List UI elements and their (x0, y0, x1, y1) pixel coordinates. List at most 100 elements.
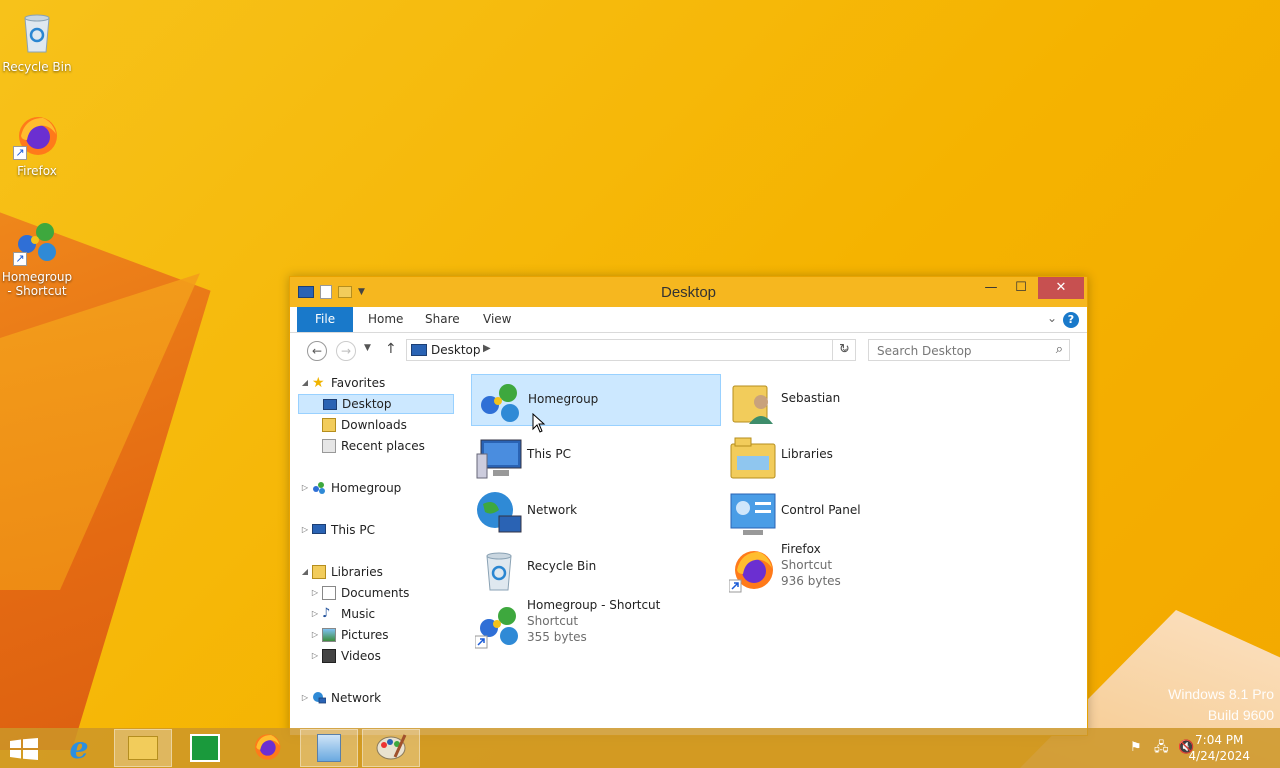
collapsed-arrow-icon[interactable]: ▷ (310, 583, 320, 603)
tree-item-recent-places[interactable]: Recent places (298, 436, 458, 456)
collapsed-arrow-icon[interactable]: ▷ (310, 604, 320, 624)
documents-icon (322, 586, 336, 600)
item-network[interactable]: Network (471, 486, 721, 538)
tree-item-downloads[interactable]: Downloads (298, 415, 458, 435)
control-panel-icon (729, 490, 777, 538)
desktop-icon-label: Recycle Bin (2, 60, 72, 74)
this-pc-icon (312, 524, 326, 534)
item-homegroup[interactable]: Homegroup (471, 374, 721, 426)
item-name: Network (527, 503, 578, 517)
tab-view[interactable]: View (469, 307, 525, 332)
item-name: Firefox (781, 542, 821, 556)
collapsed-arrow-icon[interactable]: ▷ (300, 478, 310, 498)
item-libraries[interactable]: Libraries (725, 430, 975, 482)
item-control-panel[interactable]: Control Panel (725, 486, 975, 538)
collapsed-arrow-icon[interactable]: ▷ (310, 646, 320, 666)
minimize-button[interactable]: — (975, 277, 1007, 299)
desktop-icon-firefox[interactable]: ↗ Firefox (0, 112, 74, 178)
item-homegroup-shortcut[interactable]: Homegroup - Shortcut Shortcut 355 bytes (471, 598, 721, 650)
clock-time: 7:04 PM (1195, 733, 1244, 747)
breadcrumb-chevron-icon[interactable]: ▶ (483, 343, 491, 354)
tree-item-pictures[interactable]: ▷ Pictures (298, 625, 458, 645)
search-box[interactable]: Search Desktop ⌕ (868, 339, 1070, 361)
tree-item-homegroup[interactable]: ▷ Homegroup (298, 478, 458, 498)
address-text: Desktop (431, 343, 481, 357)
tab-share[interactable]: Share (411, 307, 474, 332)
start-button[interactable] (10, 738, 38, 760)
desktop-icon-recycle-bin[interactable]: Recycle Bin (0, 8, 74, 74)
tree-item-this-pc[interactable]: ▷ This PC (298, 520, 458, 540)
tree-item-videos[interactable]: ▷ Videos (298, 646, 458, 666)
clock[interactable]: 7:04 PM 4/24/2024 (1188, 732, 1250, 764)
network-icon (475, 490, 523, 538)
tab-file[interactable]: File (297, 307, 354, 332)
taskbar-firefox[interactable] (238, 729, 296, 767)
user-folder-icon (729, 378, 777, 426)
item-name: Homegroup - Shortcut (527, 598, 661, 612)
desktop-icon (323, 399, 337, 410)
refresh-button[interactable]: ↻ (832, 339, 856, 361)
item-name: Recycle Bin (527, 559, 597, 573)
taskbar-app[interactable] (300, 729, 358, 767)
item-name: Homegroup (528, 392, 599, 406)
back-button[interactable]: ← (307, 341, 327, 361)
taskbar-file-explorer[interactable] (114, 729, 172, 767)
search-icon[interactable]: ⌕ (1056, 342, 1063, 357)
help-icon[interactable]: ? (1063, 312, 1079, 328)
title-bar[interactable]: ▼ Desktop — ☐ ✕ (290, 277, 1087, 307)
address-bar[interactable]: Desktop ▶ ⌄ (406, 339, 856, 361)
ribbon: File Home Share View ⌄ ? (290, 307, 1087, 333)
homegroup-small-icon (312, 481, 326, 495)
expanded-arrow-icon[interactable]: ◢ (300, 373, 310, 393)
taskbar-internet-explorer[interactable]: e (50, 729, 108, 767)
watermark-edition: Windows 8.1 Pro (1168, 686, 1274, 702)
navigation-pane: ◢ ★ Favorites Desktop Downloads Recent p… (298, 373, 458, 735)
content-pane: Homegroup Sebastian This PC Libraries Ne… (468, 373, 1087, 735)
homegroup-icon: ↗ (13, 218, 61, 266)
item-recycle-bin[interactable]: Recycle Bin (471, 542, 721, 594)
network-status-icon[interactable]: 🖧 (1154, 741, 1170, 755)
maximize-button[interactable]: ☐ (1005, 277, 1037, 299)
tree-item-network[interactable]: ▷ Network (298, 688, 458, 708)
up-button[interactable]: ↑ (385, 341, 397, 357)
item-sebastian[interactable]: Sebastian (725, 374, 975, 426)
desktop-icon-label: Homegroup - Shortcut (1, 270, 73, 298)
item-name: Sebastian (781, 391, 841, 405)
close-button[interactable]: ✕ (1038, 277, 1084, 299)
taskbar-paint[interactable] (362, 729, 420, 767)
firefox-icon (728, 546, 777, 594)
os-watermark: Windows 8.1 Pro Build 9600 (1168, 684, 1274, 726)
expand-ribbon-icon[interactable]: ⌄ (1047, 311, 1057, 325)
tree-item-libraries[interactable]: ◢ Libraries (298, 562, 458, 582)
collapsed-arrow-icon[interactable]: ▷ (310, 625, 320, 645)
forward-button[interactable]: → (336, 341, 356, 361)
homegroup-icon (474, 602, 523, 650)
document-app-icon (317, 734, 341, 762)
collapsed-arrow-icon[interactable]: ▷ (300, 688, 310, 708)
item-firefox-shortcut[interactable]: Firefox Shortcut 936 bytes (725, 542, 975, 594)
paint-palette-icon (375, 733, 407, 764)
tree-item-desktop[interactable]: Desktop (298, 394, 454, 414)
item-type: Shortcut (527, 614, 579, 628)
tab-home[interactable]: Home (354, 307, 417, 332)
navigation-bar: ← → ▼ ↑ Desktop ▶ ⌄ ↻ Search Desktop ⌕ (290, 333, 1087, 367)
tree-item-documents[interactable]: ▷ Documents (298, 583, 458, 603)
libraries-folder-icon (729, 434, 777, 482)
search-placeholder: Search Desktop (877, 344, 972, 358)
desktop-icon-homegroup-shortcut[interactable]: ↗ Homegroup - Shortcut (0, 218, 74, 298)
firefox-icon (251, 731, 283, 766)
item-size: 355 bytes (527, 630, 587, 644)
mouse-cursor-icon (532, 412, 546, 433)
action-center-flag-icon[interactable]: ⚑ (1130, 741, 1146, 755)
system-tray: ⚑ 🖧 🔇 7:04 PM 4/24/2024 (1100, 728, 1280, 768)
item-name: Control Panel (781, 503, 861, 517)
expanded-arrow-icon[interactable]: ◢ (300, 562, 310, 582)
taskbar: e ⚑ 🖧 🔇 7:04 PM 4/24/2024 (0, 728, 1280, 768)
item-this-pc[interactable]: This PC (471, 430, 721, 482)
tree-item-music[interactable]: ▷ ♪ Music (298, 604, 458, 624)
recent-locations-icon[interactable]: ▼ (364, 343, 371, 353)
item-name: This PC (527, 447, 571, 461)
tree-item-favorites[interactable]: ◢ ★ Favorites (298, 373, 458, 393)
taskbar-store[interactable] (176, 729, 234, 767)
collapsed-arrow-icon[interactable]: ▷ (300, 520, 310, 540)
